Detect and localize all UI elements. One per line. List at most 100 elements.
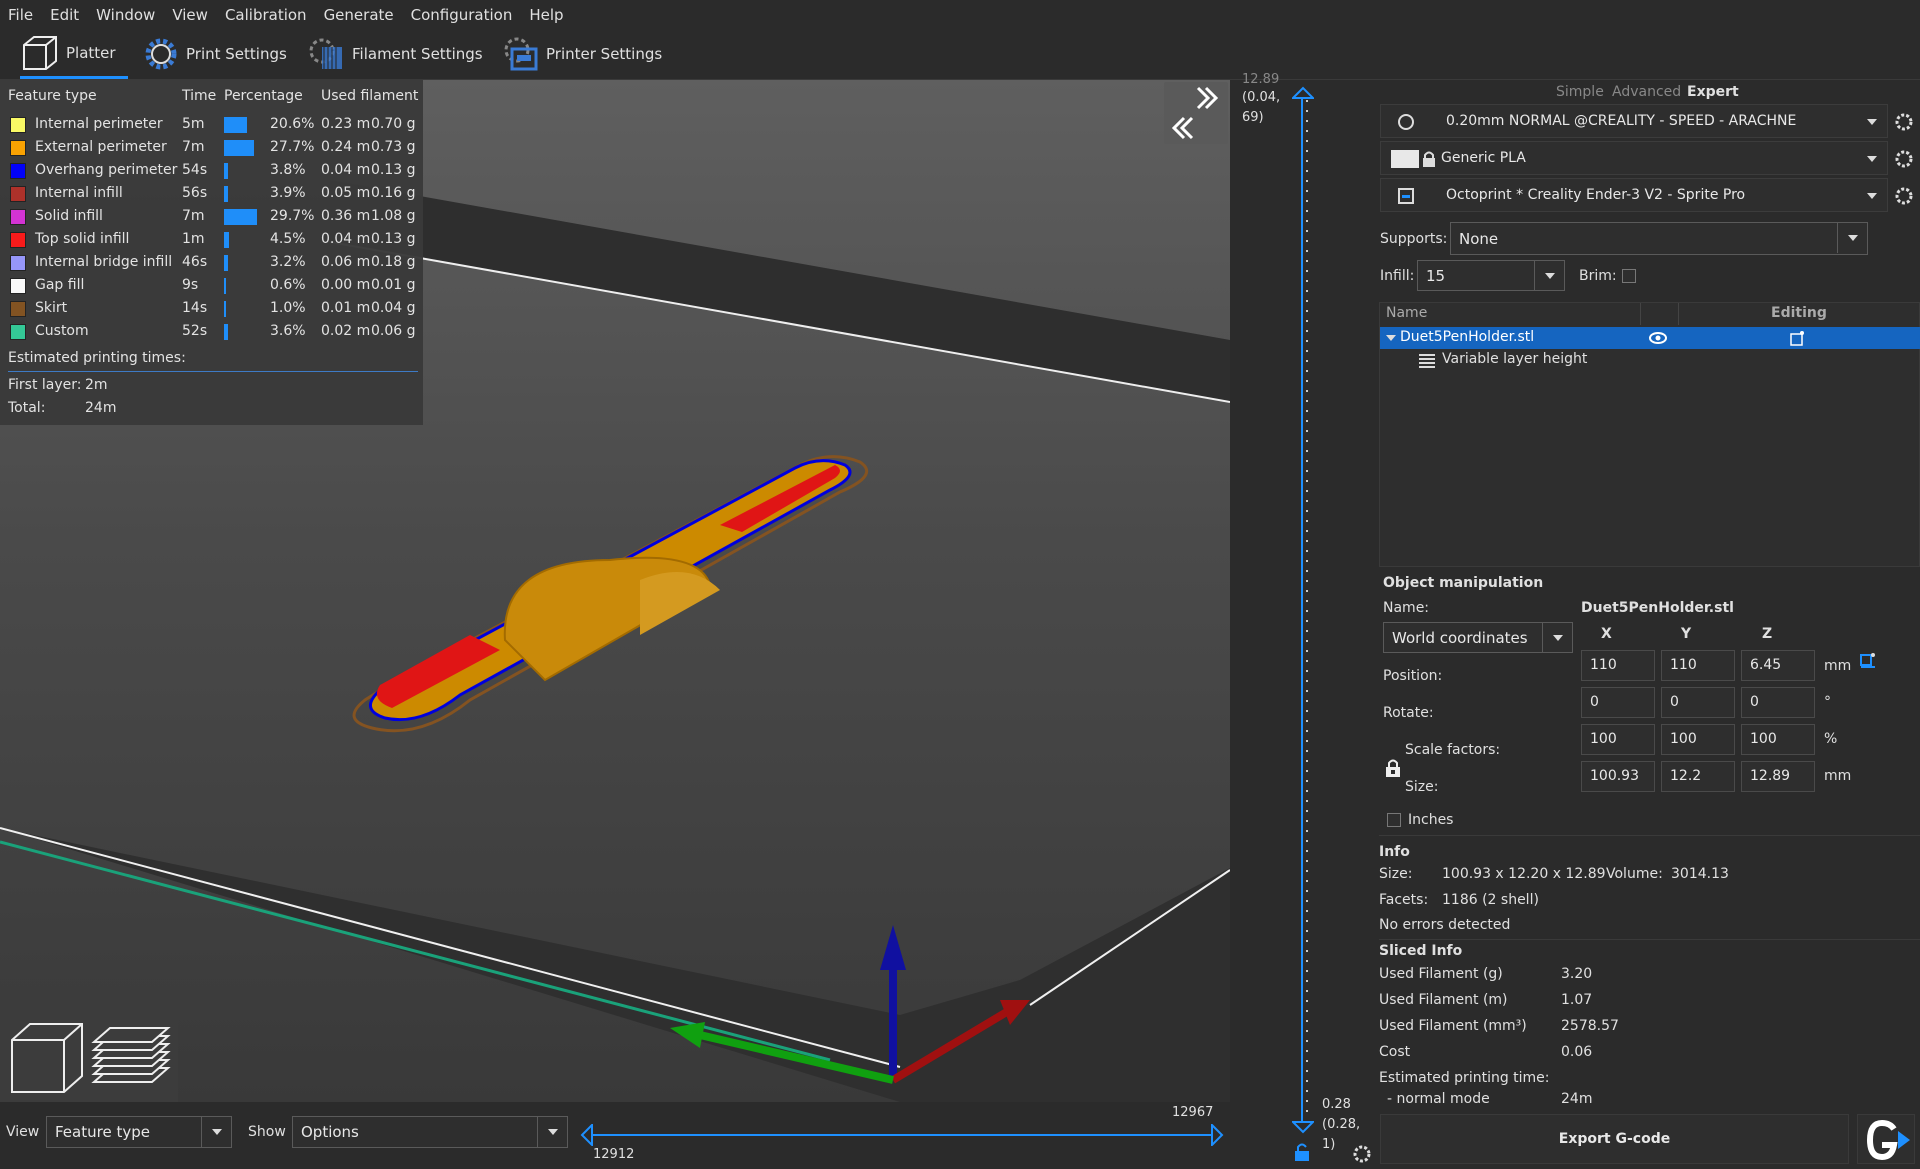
legend-row[interactable]: Skirt 14s 1.0% 0.01 m 0.04 g: [0, 297, 423, 320]
coordinates-select[interactable]: World coordinates: [1383, 622, 1573, 653]
scale-x-input[interactable]: 100: [1581, 724, 1655, 755]
feature-percentage-bar: [224, 209, 257, 225]
scale-label: Scale factors:: [1405, 742, 1501, 758]
menu-view[interactable]: View: [172, 6, 208, 24]
show-select-value: Options: [301, 1123, 359, 1141]
rotate-y-input[interactable]: 0: [1661, 687, 1735, 718]
size-y-input[interactable]: 12.2: [1661, 761, 1735, 792]
scale-y-input[interactable]: 100: [1661, 724, 1735, 755]
menu-edit[interactable]: Edit: [50, 6, 79, 24]
layer-bottom-value: 0.28: [1322, 1097, 1351, 1112]
layer-top-handle[interactable]: [1292, 86, 1314, 100]
rotate-unit: °: [1824, 694, 1831, 710]
feature-grams: 1.08 g: [371, 208, 416, 224]
menu-file[interactable]: File: [8, 6, 33, 24]
menu-generate[interactable]: Generate: [324, 6, 394, 24]
position-x-input[interactable]: 110: [1581, 650, 1655, 681]
feature-time: 7m: [182, 139, 205, 155]
legend-row[interactable]: Gap fill 9s 0.6% 0.00 m 0.01 g: [0, 274, 423, 297]
filament-color-swatch[interactable]: [1391, 150, 1419, 168]
horizontal-slider-track[interactable]: [590, 1134, 1220, 1136]
position-unit: mm: [1824, 658, 1852, 674]
menu-window[interactable]: Window: [96, 6, 155, 24]
show-select[interactable]: Options: [292, 1116, 568, 1148]
position-z-input[interactable]: 6.45: [1741, 650, 1815, 681]
printer-preset-select[interactable]: Octoprint * Creality Ender-3 V2 - Sprite…: [1380, 178, 1888, 212]
print-preset-value: 0.20mm NORMAL @CREALITY - SPEED - ARACHN…: [1446, 113, 1797, 129]
feature-percentage: 3.8%: [270, 162, 306, 178]
variable-layer-height-item[interactable]: Variable layer height: [1442, 351, 1587, 367]
mode-simple[interactable]: Simple: [1556, 84, 1604, 100]
legend-header-time: Time: [182, 88, 217, 104]
menu-calibration[interactable]: Calibration: [225, 6, 307, 24]
drop-to-bed-icon[interactable]: [1859, 651, 1877, 669]
object-row[interactable]: Duet5PenHolder.stl: [1380, 327, 1920, 349]
export-gcode-button[interactable]: Export G-code: [1380, 1114, 1849, 1164]
feature-color-swatch: [10, 117, 26, 133]
supports-select[interactable]: None: [1450, 222, 1868, 255]
view-select[interactable]: Feature type: [46, 1116, 232, 1148]
expand-arrow-icon[interactable]: [1386, 335, 1396, 341]
inches-checkbox[interactable]: [1387, 813, 1401, 827]
legend-row[interactable]: Internal bridge infill 46s 3.2% 0.06 m 0.18 …: [0, 251, 423, 274]
total-label: Total:: [8, 400, 46, 416]
legend-row[interactable]: Overhang perimeter 54s 3.8% 0.04 m 0.13 g: [0, 159, 423, 182]
legend-row[interactable]: Top solid infill 1m 4.5% 0.04 m 0.13 g: [0, 228, 423, 251]
sliced-cost-value: 0.06: [1561, 1044, 1593, 1060]
print-preset-select[interactable]: 0.20mm NORMAL @CREALITY - SPEED - ARACHN…: [1380, 104, 1888, 138]
slider-left-handle[interactable]: [580, 1124, 594, 1146]
tab-print-settings[interactable]: Print Settings: [142, 29, 287, 79]
tab-filament-settings[interactable]: Filament Settings: [308, 29, 483, 79]
layer-slider-track[interactable]: [1301, 94, 1303, 1124]
printer-preset-settings-icon[interactable]: [1894, 186, 1914, 206]
feature-percentage-bar: [224, 324, 228, 340]
feature-name: Top solid infill: [35, 231, 130, 247]
feature-percentage: 3.6%: [270, 323, 306, 339]
rotate-x-input[interactable]: 0: [1581, 687, 1655, 718]
legend-row[interactable]: External perimeter 7m 27.7% 0.24 m 0.73 g: [0, 136, 423, 159]
layer-bottom-handle[interactable]: [1292, 1120, 1314, 1134]
menu-help[interactable]: Help: [529, 6, 563, 24]
collapse-sidebar-button[interactable]: [1164, 82, 1228, 144]
chevron-down-icon: [201, 1117, 231, 1147]
settings-cog-icon[interactable]: [1352, 1144, 1372, 1164]
edit-icon[interactable]: [1789, 330, 1805, 346]
lock-icon[interactable]: [1293, 1142, 1311, 1162]
mode-expert[interactable]: Expert: [1687, 84, 1739, 100]
legend-row[interactable]: Internal infill 56s 3.9% 0.05 m 0.16 g: [0, 182, 423, 205]
print-preset-settings-icon[interactable]: [1894, 112, 1914, 132]
layers-view-icon[interactable]: [90, 1016, 172, 1098]
view-select-value: Feature type: [55, 1123, 150, 1141]
infill-select[interactable]: 15: [1417, 260, 1565, 291]
rotate-z-input[interactable]: 0: [1741, 687, 1815, 718]
filament-preset-select[interactable]: Generic PLA: [1380, 141, 1888, 175]
sliced-divider: [1379, 939, 1920, 940]
legend-row[interactable]: Solid infill 7m 29.7% 0.36 m 1.08 g: [0, 205, 423, 228]
feature-grams: 0.01 g: [371, 277, 416, 293]
legend-row[interactable]: Custom 52s 3.6% 0.02 m 0.06 g: [0, 320, 423, 343]
printer-icon: [504, 37, 538, 71]
size-z-input[interactable]: 12.89: [1741, 761, 1815, 792]
slider-right-handle[interactable]: [1210, 1124, 1224, 1146]
brim-checkbox[interactable]: [1622, 269, 1636, 283]
chevron-down-icon: [1867, 119, 1877, 125]
tab-printer-settings[interactable]: Printer Settings: [502, 29, 662, 79]
legend-row[interactable]: Internal perimeter 5m 20.6% 0.23 m 0.70 g: [0, 113, 423, 136]
info-facets-label: Facets:: [1379, 892, 1429, 908]
size-x-input[interactable]: 100.93: [1581, 761, 1655, 792]
mode-advanced[interactable]: Advanced: [1612, 84, 1681, 100]
menu-configuration[interactable]: Configuration: [411, 6, 513, 24]
filament-preset-settings-icon[interactable]: [1894, 149, 1914, 169]
view-mode-buttons: [0, 1010, 178, 1102]
feature-name: Skirt: [35, 300, 68, 316]
lock-icon[interactable]: [1385, 758, 1401, 778]
tab-platter[interactable]: Platter: [20, 29, 128, 79]
position-y-input[interactable]: 110: [1661, 650, 1735, 681]
scale-z-input[interactable]: 100: [1741, 724, 1815, 755]
sliced-cost-label: Cost: [1379, 1044, 1411, 1060]
send-gcode-button[interactable]: [1857, 1114, 1915, 1164]
cube-icon: [23, 35, 57, 70]
3d-view-icon[interactable]: [8, 1018, 86, 1096]
eye-icon[interactable]: [1649, 330, 1667, 346]
feature-length: 0.01 m: [321, 300, 371, 316]
